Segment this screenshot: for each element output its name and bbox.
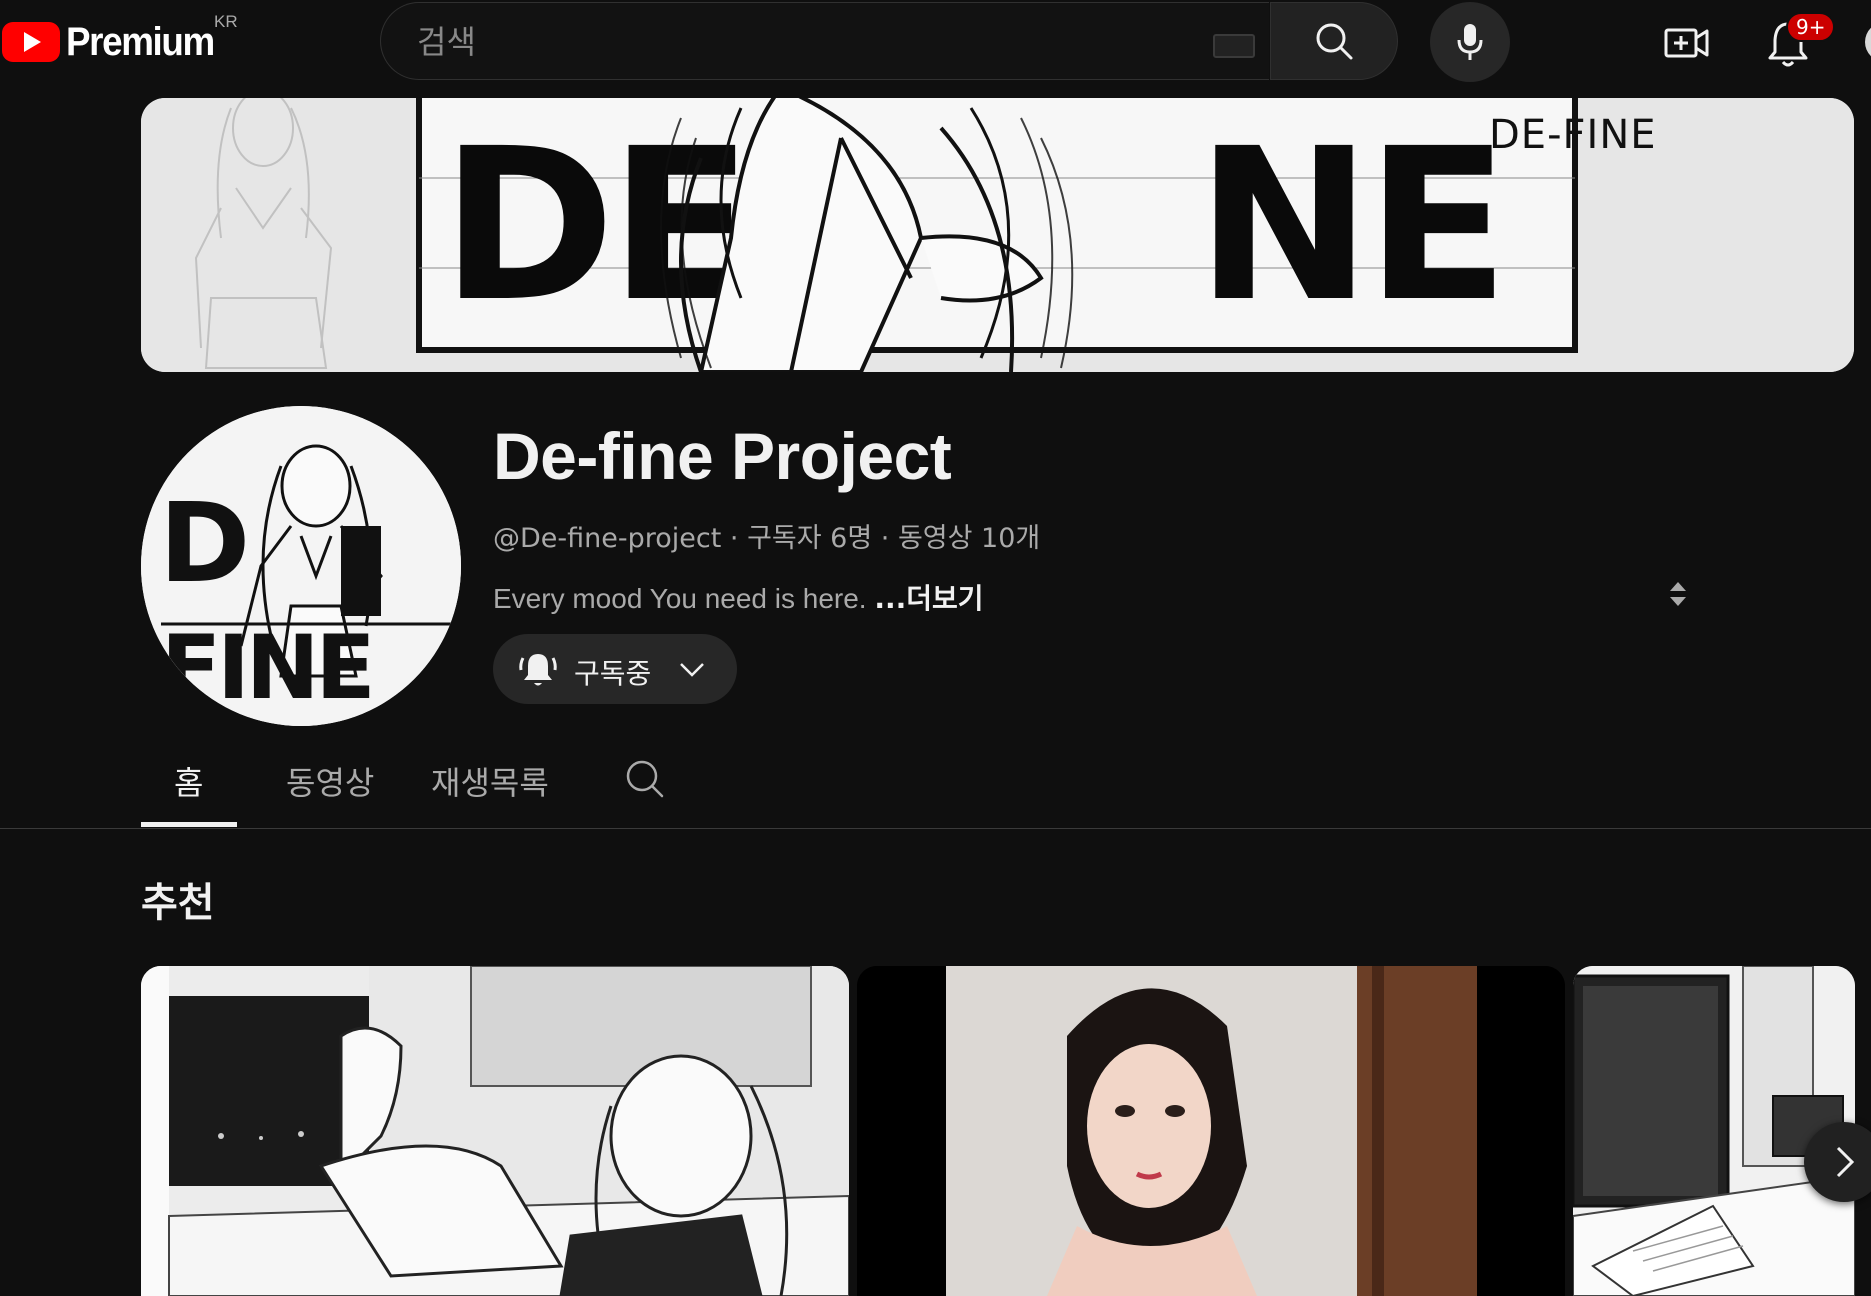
thumbnail-image xyxy=(141,966,849,1296)
chevron-down-icon xyxy=(680,663,704,677)
channel-search-icon[interactable] xyxy=(624,758,666,800)
thumbnail-image xyxy=(1573,966,1855,1296)
channel-description: Every mood You need is here. ...더보기 xyxy=(493,577,984,617)
search-button[interactable] xyxy=(1270,2,1398,80)
subscribe-label: 구독중 xyxy=(574,657,652,690)
channel-description-text: Every mood You need is here. xyxy=(493,583,867,614)
masthead: Premium KR 검색 9+ xyxy=(0,0,1871,84)
subscribed-button[interactable]: 구독중 xyxy=(493,634,737,704)
video-thumbnail-3[interactable] xyxy=(1573,966,1855,1296)
channel-banner: DE- NE DE-FINE xyxy=(141,98,1854,372)
tab-playlists[interactable]: 재생목록 xyxy=(431,758,549,804)
svg-text:FINE: FINE xyxy=(161,616,372,719)
channel-avatar-artwork: D FINE xyxy=(141,406,461,726)
search-bar xyxy=(380,2,1398,80)
banner-logo-text: DE-FINE xyxy=(1489,112,1657,158)
keyboard-icon[interactable] xyxy=(1213,34,1255,58)
video-thumbnail-1[interactable] xyxy=(141,966,849,1296)
search-icon xyxy=(1316,23,1353,60)
tab-videos[interactable]: 동영상 xyxy=(286,758,374,804)
section-title: 추천 xyxy=(141,880,215,926)
search-input[interactable] xyxy=(415,17,1179,67)
svg-text:NE: NE xyxy=(1196,103,1503,348)
chevron-right-icon xyxy=(1836,1146,1855,1178)
voice-search-button[interactable] xyxy=(1430,2,1510,82)
thumbnail-image xyxy=(857,966,1565,1296)
country-code: KR xyxy=(214,12,238,31)
channel-name: De-fine Project xyxy=(493,419,952,493)
more-link[interactable]: ...더보기 xyxy=(874,582,983,615)
account-avatar[interactable] xyxy=(1865,22,1871,62)
active-tab-indicator xyxy=(141,822,237,827)
svg-text:D: D xyxy=(159,479,250,607)
create-video-icon xyxy=(1664,28,1709,58)
search-box xyxy=(380,2,1269,80)
bell-ring-icon xyxy=(519,654,557,686)
create-button[interactable] xyxy=(1662,18,1712,68)
video-thumbnail-2[interactable] xyxy=(857,966,1565,1296)
channel-tabs: 홈 동영상 재생목록 xyxy=(0,750,1871,829)
mic-icon xyxy=(1457,24,1483,60)
youtube-premium-logo[interactable]: Premium KR xyxy=(2,12,238,66)
tab-home[interactable]: 홈 xyxy=(174,758,203,804)
youtube-play-icon xyxy=(2,22,60,62)
expand-collapse-icon[interactable] xyxy=(1668,580,1688,608)
logo-text: Premium xyxy=(66,19,215,64)
banner-artwork: DE- NE DE-FINE xyxy=(141,98,1854,372)
channel-avatar[interactable]: D FINE xyxy=(141,406,461,726)
channel-meta: @De-fine-project · 구독자 6명 · 동영상 10개 xyxy=(493,523,1041,554)
notification-badge: 9+ xyxy=(1786,12,1836,42)
